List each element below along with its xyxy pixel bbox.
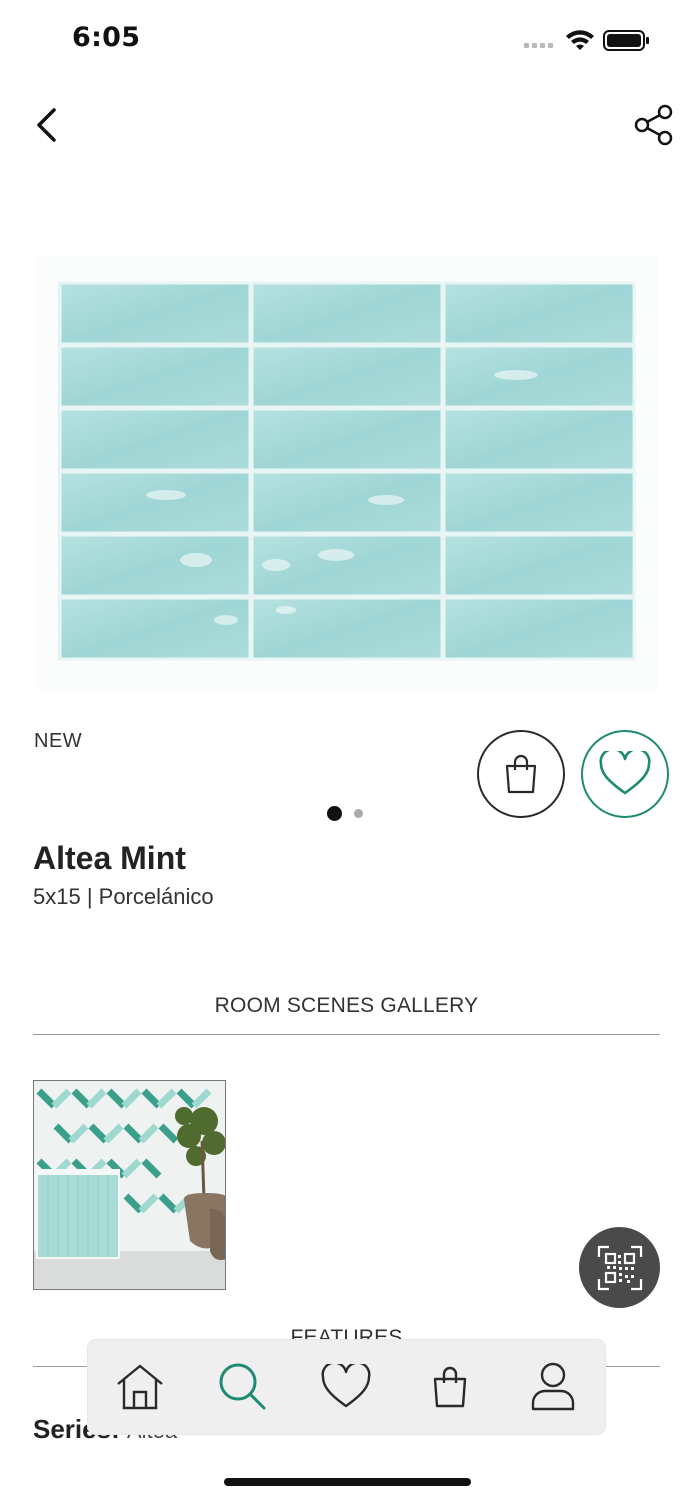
home-indicator bbox=[224, 1478, 471, 1486]
nav-home[interactable] bbox=[110, 1357, 170, 1417]
bag-icon bbox=[505, 754, 537, 794]
heart-icon bbox=[599, 751, 651, 795]
search-icon bbox=[219, 1363, 266, 1410]
divider bbox=[33, 1034, 660, 1035]
chevron-left-icon bbox=[37, 108, 56, 142]
room-scene-thumbnail[interactable] bbox=[33, 1080, 226, 1290]
wifi-icon bbox=[566, 30, 594, 50]
share-icon bbox=[634, 104, 673, 146]
bag-icon bbox=[433, 1366, 467, 1408]
new-badge: NEW bbox=[34, 730, 83, 752]
product-image[interactable] bbox=[36, 255, 658, 690]
share-button[interactable] bbox=[628, 100, 678, 150]
home-icon bbox=[116, 1364, 163, 1410]
heart-icon bbox=[322, 1364, 371, 1408]
carousel-dot[interactable] bbox=[354, 809, 363, 818]
tile-photo bbox=[58, 281, 636, 661]
nav-favorites[interactable] bbox=[316, 1357, 376, 1417]
add-to-cart-button[interactable] bbox=[477, 730, 565, 818]
status-time: 6:05 bbox=[72, 22, 141, 53]
status-icons bbox=[522, 26, 652, 54]
favorite-button[interactable] bbox=[581, 730, 669, 818]
battery-icon bbox=[603, 30, 649, 51]
qr-scan-button[interactable] bbox=[579, 1227, 660, 1308]
bottom-nav bbox=[88, 1340, 605, 1434]
nav-profile[interactable] bbox=[523, 1357, 583, 1417]
qr-code-icon bbox=[597, 1245, 642, 1290]
room-scene-image bbox=[34, 1081, 225, 1289]
signal-icon bbox=[524, 43, 553, 48]
product-format: 5x15 | Porcelánico bbox=[33, 884, 214, 909]
back-button[interactable] bbox=[28, 102, 68, 148]
carousel-dot-active[interactable] bbox=[327, 806, 342, 821]
nav-search[interactable] bbox=[213, 1357, 273, 1417]
user-icon bbox=[532, 1362, 575, 1411]
nav-bag[interactable] bbox=[420, 1357, 480, 1417]
product-name: Altea Mint bbox=[33, 840, 186, 876]
room-scenes-title: ROOM SCENES GALLERY bbox=[214, 994, 479, 1017]
